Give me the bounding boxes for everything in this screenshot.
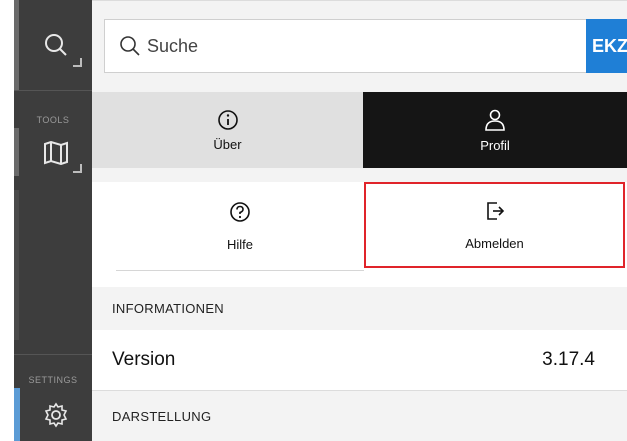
section-header-informationen: INFORMATIONEN — [92, 287, 627, 330]
search-icon — [44, 34, 67, 56]
section-header-darstellung: DARSTELLUNG — [92, 391, 627, 441]
version-row: Version 3.17.4 — [92, 330, 627, 390]
version-value: 3.17.4 — [542, 349, 595, 370]
brand-logo: EKZ — [586, 19, 627, 73]
corner-marker — [73, 58, 82, 67]
rail-search-button[interactable] — [19, 14, 92, 76]
divider — [116, 270, 364, 271]
logout-icon — [486, 201, 504, 220]
tab-ueber[interactable]: Über — [92, 92, 363, 168]
rail-map-button[interactable] — [19, 124, 92, 182]
search-icon — [120, 36, 140, 56]
rail-settings-button[interactable] — [19, 388, 92, 441]
tab-profil-label: Profil — [480, 137, 510, 153]
version-label: Version — [112, 349, 176, 370]
info-icon — [217, 109, 238, 130]
user-icon — [485, 109, 505, 131]
rail-stripe — [14, 190, 19, 340]
gear-icon — [44, 402, 67, 427]
settings-label: SETTINGS — [28, 375, 78, 385]
logout-label: Abmelden — [465, 235, 524, 251]
search-placeholder: Suche — [147, 35, 199, 56]
rail-divider — [14, 90, 92, 91]
corner-marker — [73, 164, 82, 173]
top-bar: Suche EKZ — [92, 0, 627, 93]
rail-divider — [14, 354, 92, 355]
menu-panel: Über Profil Hilfe Abmelden INFORMATIONEN… — [92, 92, 627, 441]
logout-button[interactable]: Abmelden — [364, 182, 625, 268]
tab-ueber-label: Über — [213, 136, 242, 152]
help-label: Hilfe — [226, 236, 253, 252]
left-rail: TOOLS SETTINGS — [0, 0, 92, 441]
help-icon — [230, 201, 250, 222]
search-input[interactable]: Suche — [104, 19, 587, 73]
help-button[interactable]: Hilfe — [116, 182, 364, 270]
map-icon — [43, 141, 68, 165]
tab-profil[interactable]: Profil — [363, 92, 627, 168]
